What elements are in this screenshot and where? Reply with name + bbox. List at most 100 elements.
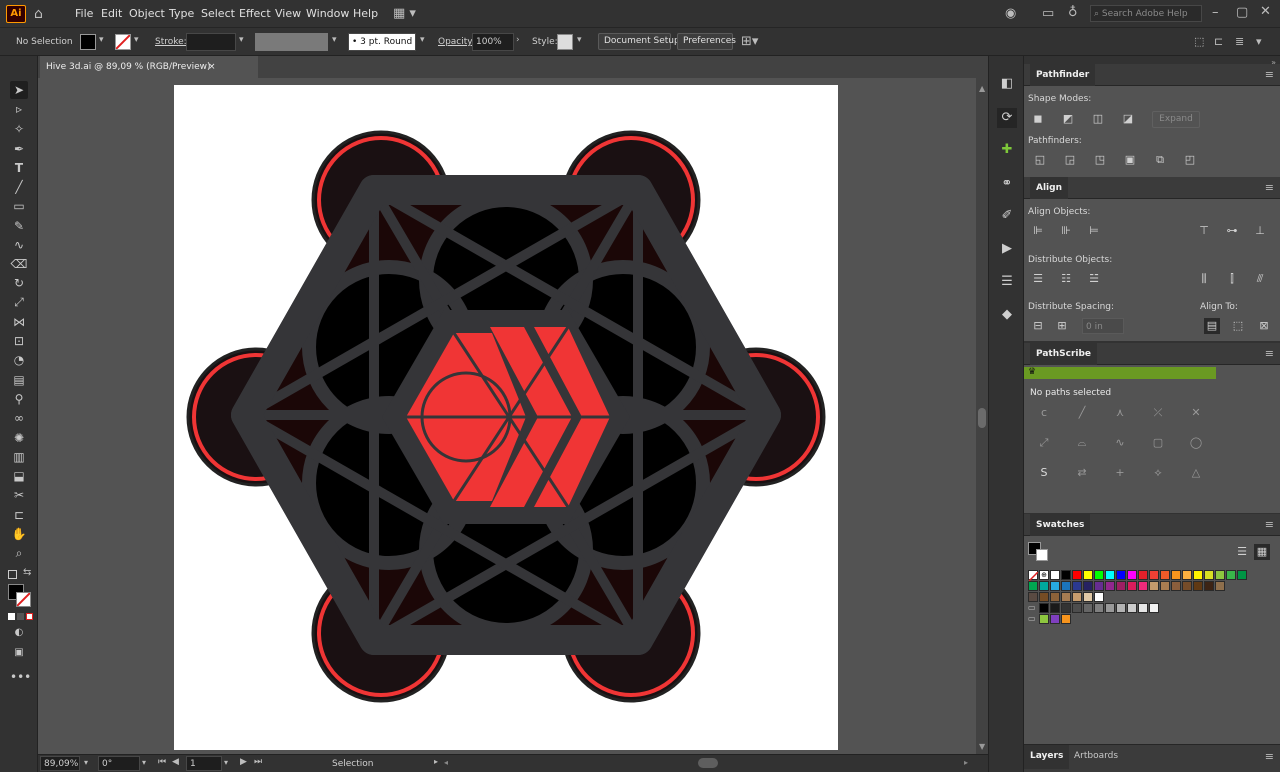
opacity-label[interactable]: Opacity: bbox=[438, 37, 475, 47]
color-swatch[interactable] bbox=[1050, 570, 1060, 580]
color-swatch[interactable] bbox=[1116, 570, 1126, 580]
scroll-up-icon[interactable]: ▲ bbox=[979, 84, 985, 93]
width-tool-icon[interactable]: ⋈ bbox=[10, 313, 28, 331]
align-bottom-icon[interactable]: ⊥ bbox=[1252, 223, 1268, 239]
symmetry-icon[interactable]: ⟡ bbox=[1150, 465, 1166, 481]
first-artboard-icon[interactable]: ⏮ bbox=[158, 758, 166, 767]
align-left-icon[interactable]: ⊫ bbox=[1030, 223, 1046, 239]
stroke-color-swatch[interactable] bbox=[115, 34, 131, 50]
menu-help[interactable]: Help bbox=[353, 7, 378, 20]
brush-dropdown-icon[interactable]: ▾ bbox=[420, 36, 425, 45]
preferences-button[interactable]: Preferences bbox=[677, 33, 736, 50]
stroke-weight-field[interactable] bbox=[186, 33, 236, 51]
spacing-value-field[interactable]: 0 in bbox=[1082, 318, 1124, 334]
color-swatch[interactable] bbox=[1061, 581, 1071, 591]
pathfinder-panel-icon[interactable]: ⟳ bbox=[997, 108, 1017, 128]
add-point-icon[interactable]: + bbox=[1112, 465, 1128, 481]
gradient-mode-icon[interactable] bbox=[17, 613, 24, 620]
rotate-tool-icon[interactable]: ↻ bbox=[10, 274, 28, 292]
color-swatch[interactable] bbox=[1061, 592, 1071, 602]
color-swatch[interactable] bbox=[1028, 581, 1038, 591]
pathscribe-menu-icon[interactable]: ≡ bbox=[1265, 347, 1274, 360]
graphic-style-swatch[interactable] bbox=[557, 34, 573, 50]
align-to-artboard-icon[interactable]: ⊠ bbox=[1256, 318, 1272, 334]
color-swatch[interactable] bbox=[1127, 603, 1137, 613]
symbol-sprayer-tool-icon[interactable]: ✺ bbox=[10, 429, 28, 447]
color-swatch[interactable] bbox=[1182, 581, 1192, 591]
smart-remove-icon[interactable]: c bbox=[1036, 405, 1052, 421]
scale-tool-icon[interactable]: ⤢ bbox=[10, 293, 28, 311]
color-swatch[interactable] bbox=[1072, 592, 1082, 602]
stroke-dropdown-icon[interactable]: ▾ bbox=[134, 36, 139, 45]
color-swatch[interactable] bbox=[1039, 603, 1049, 613]
swatches-panel-header[interactable]: Swatches ≡ bbox=[1024, 514, 1280, 536]
close-tab-icon[interactable]: × bbox=[208, 56, 216, 78]
color-group-folder-icon[interactable]: ▭ bbox=[1028, 603, 1036, 613]
reverse-path-icon[interactable]: ⇄ bbox=[1074, 465, 1090, 481]
last-artboard-icon[interactable]: ⏭ bbox=[254, 758, 262, 767]
selection-tool-icon[interactable]: ➤ bbox=[10, 81, 28, 99]
zoom-level-field[interactable]: 89,09% bbox=[40, 756, 80, 771]
slice-tool-icon[interactable]: ✂ bbox=[10, 486, 28, 504]
brushes-panel-icon[interactable]: ✐ bbox=[997, 206, 1017, 226]
pathscribe-panel-header[interactable]: PathScribe ≡ bbox=[1024, 343, 1280, 365]
color-swatch[interactable] bbox=[1028, 592, 1038, 602]
artboard-dropdown-icon[interactable]: ▾ bbox=[224, 759, 228, 767]
color-swatch[interactable] bbox=[1094, 603, 1104, 613]
color-swatch[interactable] bbox=[1072, 603, 1082, 613]
remove-point-icon[interactable]: ✕ bbox=[1188, 405, 1204, 421]
color-swatch[interactable] bbox=[1083, 603, 1093, 613]
scroll-right-icon[interactable]: ▸ bbox=[964, 759, 968, 767]
swap-colors-icon[interactable]: ⇆ bbox=[23, 568, 31, 578]
color-swatch[interactable] bbox=[1138, 570, 1148, 580]
color-swatch[interactable] bbox=[1193, 570, 1203, 580]
minus-front-icon[interactable]: ◩ bbox=[1060, 111, 1076, 127]
color-swatch[interactable] bbox=[1116, 581, 1126, 591]
align-control-icon[interactable]: ⊏ bbox=[1214, 36, 1223, 47]
type-tool-icon[interactable]: T bbox=[10, 159, 28, 177]
discover-lightbulb-icon[interactable]: ♁ bbox=[1068, 6, 1078, 19]
direct-selection-tool-icon[interactable]: ▹ bbox=[10, 100, 28, 118]
pathscribe-title[interactable]: PathScribe bbox=[1030, 343, 1098, 365]
color-swatch[interactable] bbox=[1105, 603, 1115, 613]
eyedropper-tool-icon[interactable]: ⚲ bbox=[10, 390, 28, 408]
align-to-key-object-icon[interactable]: ▤ bbox=[1204, 318, 1220, 334]
list-view-icon[interactable]: ☰ bbox=[1234, 544, 1250, 560]
color-swatch[interactable] bbox=[1193, 581, 1203, 591]
align-menu-icon[interactable]: ≡ bbox=[1265, 181, 1274, 194]
pathfinder-title[interactable]: Pathfinder bbox=[1030, 64, 1096, 86]
align-title[interactable]: Align bbox=[1030, 177, 1068, 199]
color-swatch[interactable] bbox=[1116, 603, 1126, 613]
minus-back-icon[interactable]: ◰ bbox=[1182, 152, 1198, 168]
color-swatch[interactable] bbox=[1061, 570, 1071, 580]
distribute-right-icon[interactable]: ⫻ bbox=[1252, 271, 1268, 287]
color-swatch[interactable] bbox=[1160, 570, 1170, 580]
horizontal-scroll-thumb[interactable] bbox=[698, 758, 718, 768]
swatches-title[interactable]: Swatches bbox=[1030, 514, 1091, 536]
eraser-tool-icon[interactable]: ⌫ bbox=[10, 255, 28, 273]
cusp-icon[interactable]: ⤫ bbox=[1150, 405, 1166, 421]
artboard-number-field[interactable]: 1 bbox=[186, 756, 222, 771]
gradient-tool-icon[interactable]: ▤ bbox=[10, 371, 28, 389]
color-swatch[interactable] bbox=[1215, 581, 1225, 591]
color-swatch[interactable] bbox=[1138, 581, 1148, 591]
color-swatch[interactable] bbox=[1050, 592, 1060, 602]
color-swatch[interactable] bbox=[1072, 581, 1082, 591]
properties-icon[interactable]: ≣ bbox=[1235, 36, 1244, 47]
color-swatch[interactable] bbox=[1061, 603, 1071, 613]
crop-icon[interactable]: ▣ bbox=[1122, 152, 1138, 168]
color-swatch[interactable] bbox=[1138, 603, 1148, 613]
vertical-scroll-thumb[interactable] bbox=[978, 408, 986, 428]
rounded-rect-icon[interactable]: ▢ bbox=[1150, 435, 1166, 451]
vertical-scrollbar[interactable]: ▲ ▼ bbox=[976, 78, 988, 754]
workspace-switcher-icon[interactable]: ▦ ▾ bbox=[393, 7, 416, 20]
color-swatch[interactable] bbox=[1149, 603, 1159, 613]
fill-dropdown-icon[interactable]: ▾ bbox=[99, 36, 104, 45]
add-panel-icon[interactable]: ✚ bbox=[997, 140, 1017, 160]
color-swatch[interactable] bbox=[1171, 581, 1181, 591]
color-swatch[interactable] bbox=[1226, 570, 1236, 580]
document-setup-button[interactable]: Document Setup bbox=[598, 33, 680, 50]
intersect-icon[interactable]: ◫ bbox=[1090, 111, 1106, 127]
align-vertical-center-icon[interactable]: ⊶ bbox=[1224, 223, 1240, 239]
color-swatch[interactable] bbox=[1127, 581, 1137, 591]
